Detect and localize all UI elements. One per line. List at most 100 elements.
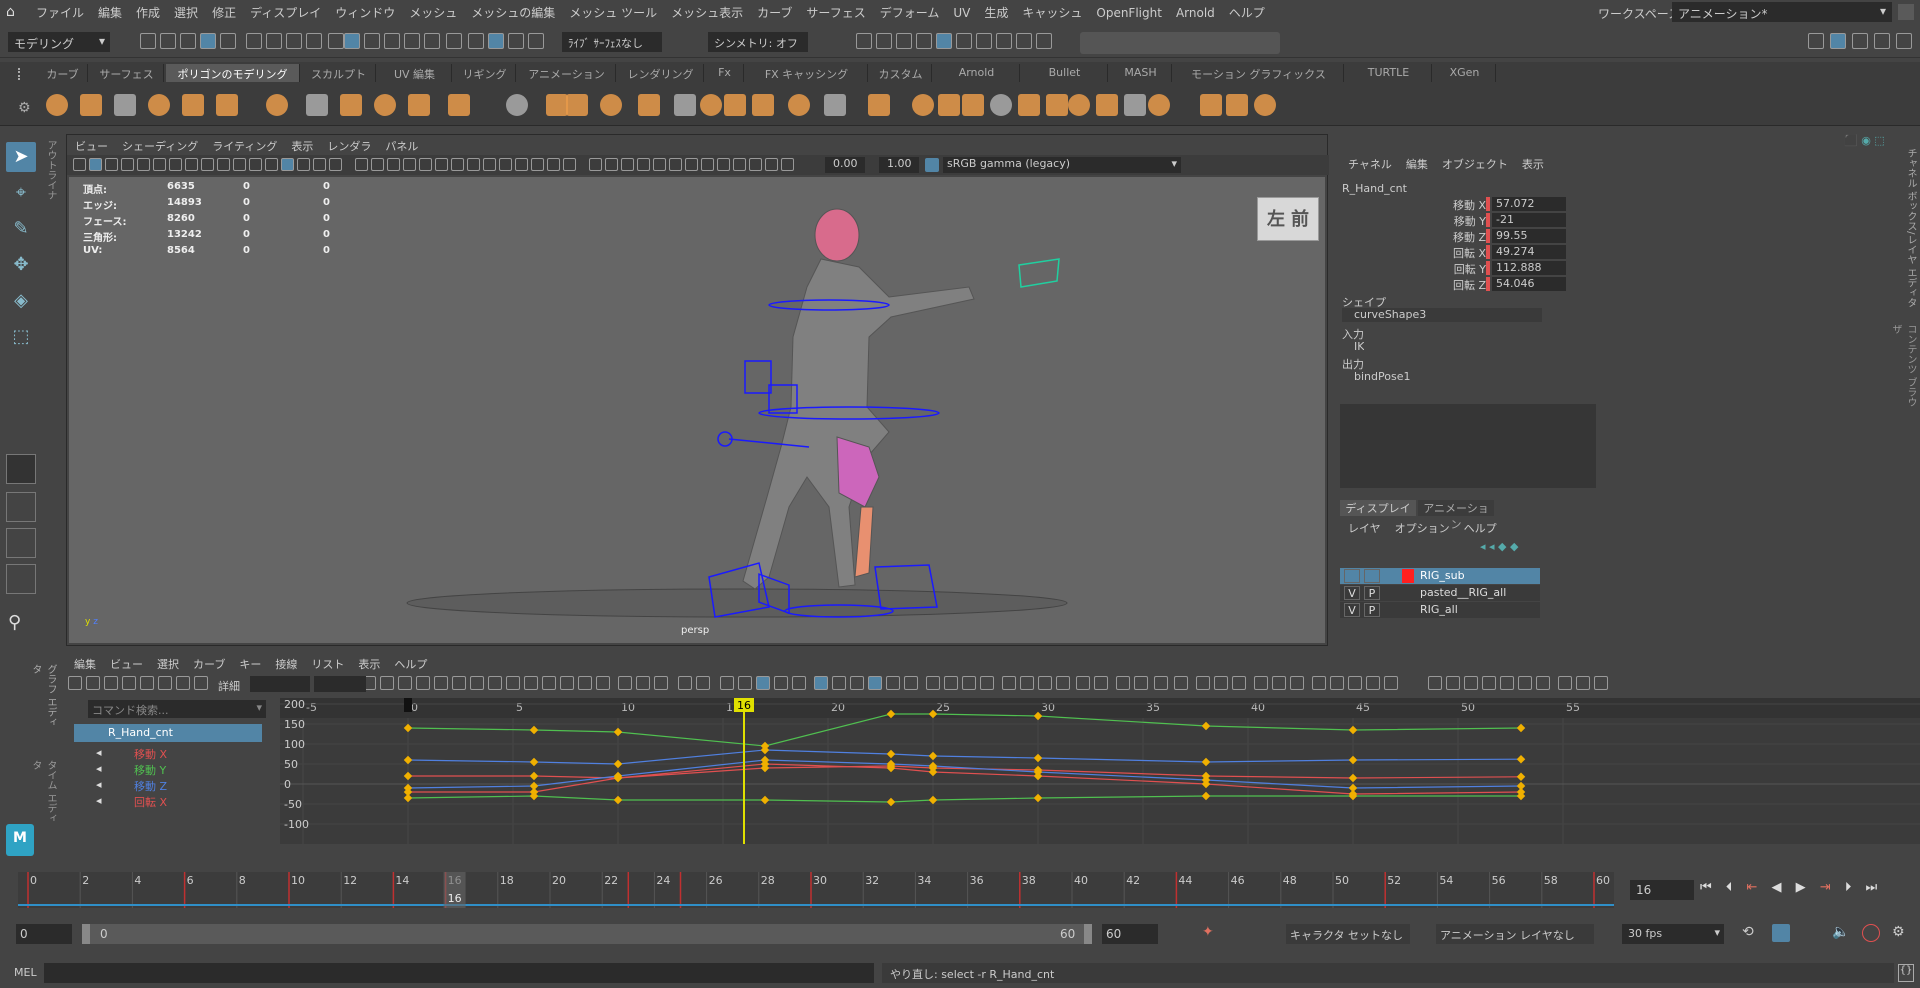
rotate-tool-icon[interactable]: ◈ (6, 286, 36, 316)
status-tool-icon[interactable] (876, 33, 892, 49)
status-tool-icon[interactable] (180, 33, 196, 49)
viewport-tool-icon[interactable] (387, 158, 400, 171)
layer-menu-item-0[interactable]: レイヤ (1348, 522, 1381, 535)
shelf-tool-icon[interactable] (546, 94, 568, 116)
graph-menu-item-1[interactable]: ビュー (110, 658, 143, 671)
play-back-icon[interactable]: ◀ (1772, 880, 1782, 895)
curve-row[interactable]: ◂ 移動 Z (96, 778, 256, 794)
status-tool-icon[interactable] (996, 33, 1012, 49)
graph-tool-icon[interactable] (1214, 676, 1228, 690)
graph-tool-icon[interactable] (696, 676, 710, 690)
viewport-menu-item-0[interactable]: ビュー (75, 140, 108, 153)
status-tool-icon[interactable] (246, 33, 262, 49)
shelf-tool-icon[interactable] (1096, 94, 1118, 116)
viewport-tool-icon[interactable] (281, 158, 294, 171)
graph-tool-icon[interactable] (1576, 676, 1590, 690)
colorspace-icon[interactable] (925, 158, 939, 172)
status-tool-icon[interactable] (1830, 33, 1846, 49)
outliner-layout-icon[interactable] (6, 564, 36, 594)
shelf-tab-8[interactable]: Fx (706, 64, 744, 82)
viewport-tool-icon[interactable] (435, 158, 448, 171)
mode-select[interactable]: モデリング ▾ (8, 32, 110, 52)
menu-item-3[interactable]: 選択 (174, 6, 198, 20)
layout-two-icon[interactable] (6, 528, 36, 558)
gamma-field[interactable]: 1.00 (879, 157, 919, 173)
graph-tool-icon[interactable] (596, 676, 610, 690)
graph-side-tab[interactable]: グラフ エディタ (30, 664, 58, 734)
graph-menu-item-0[interactable]: 編集 (74, 658, 96, 671)
status-tool-icon[interactable] (508, 33, 524, 49)
channel-row[interactable]: 回転 Y 112.888 (1334, 260, 1604, 276)
status-tool-icon[interactable] (446, 33, 462, 49)
shelf-tab-12[interactable]: Bullet (1022, 64, 1108, 82)
status-tool-icon[interactable] (404, 33, 420, 49)
graph-tool-icon[interactable] (1134, 676, 1148, 690)
layer-menu-item-1[interactable]: オプション (1395, 522, 1450, 535)
anim-layer-select[interactable]: アニメーション レイヤなし (1436, 924, 1594, 944)
graph-tool-icon[interactable] (756, 676, 770, 690)
status-tool-icon[interactable] (468, 33, 484, 49)
layer-playback-toggle[interactable] (1364, 569, 1380, 583)
layer-visible-toggle[interactable] (1344, 569, 1360, 583)
channel-row[interactable]: 回転 Z 54.046 (1334, 276, 1604, 292)
channelbox-menu-item-2[interactable]: オブジェクト (1442, 158, 1508, 171)
shelf-tool-icon[interactable] (1254, 94, 1276, 116)
next-key-icon[interactable]: ⇥ (1820, 880, 1831, 895)
input-name[interactable]: IK (1354, 340, 1364, 353)
viewport-tool-icon[interactable] (105, 158, 118, 171)
layer-action-icons[interactable]: ◂ ◂ ◆ ◆ (1480, 540, 1518, 553)
graph-menu-item-5[interactable]: 接線 (275, 658, 297, 671)
graph-tool-icon[interactable] (1594, 676, 1608, 690)
menu-item-1[interactable]: 編集 (98, 6, 122, 20)
menu-item-0[interactable]: ファイル (36, 6, 84, 20)
shelf-tool-icon[interactable] (266, 94, 288, 116)
shelf-tool-icon[interactable] (182, 94, 204, 116)
detail-field-1[interactable] (250, 676, 310, 692)
graph-tool-icon[interactable] (542, 676, 556, 690)
status-tool-icon[interactable] (266, 33, 282, 49)
shelf-tab-10[interactable]: カスタム (870, 64, 932, 82)
shelf-tool-icon[interactable] (1148, 94, 1170, 116)
graph-tool-icon[interactable] (1500, 676, 1514, 690)
shelf-tool-icon[interactable] (216, 94, 238, 116)
shelf-tab-7[interactable]: レンダリング (618, 64, 704, 82)
channel-value[interactable]: 112.888 (1492, 261, 1566, 275)
prev-key-icon[interactable]: ⇤ (1746, 880, 1757, 895)
shelf-tool-icon[interactable] (1124, 94, 1146, 116)
graph-tool-icon[interactable] (636, 676, 650, 690)
viewport-tool-icon[interactable] (185, 158, 198, 171)
mel-input[interactable] (44, 963, 874, 983)
status-tool-icon[interactable] (160, 33, 176, 49)
detail-field-2[interactable] (314, 676, 366, 692)
go-to-end-icon[interactable]: ⏭ (1866, 880, 1878, 895)
curve-row[interactable]: ◂ 移動 X (96, 746, 256, 762)
shelf-tool-icon[interactable] (724, 94, 746, 116)
range-slider[interactable]: 0 60 (82, 924, 1092, 944)
shelf-tool-icon[interactable] (148, 94, 170, 116)
graph-tool-icon[interactable] (122, 676, 136, 690)
shelf-tool-icon[interactable] (448, 94, 470, 116)
shelf-tool-icon[interactable] (962, 94, 984, 116)
shelf-tool-icon[interactable] (340, 94, 362, 116)
end-frame-field[interactable]: 60 (1102, 924, 1158, 944)
status-tool-icon[interactable] (328, 33, 344, 49)
menu-item-18[interactable]: Arnold (1176, 6, 1215, 20)
menu-item-10[interactable]: メッシュ表示 (671, 6, 743, 20)
menu-item-17[interactable]: OpenFlight (1096, 6, 1162, 20)
viewport-tool-icon[interactable] (717, 158, 730, 171)
viewport-tool-icon[interactable] (685, 158, 698, 171)
viewport-tool-icon[interactable] (355, 158, 368, 171)
viewport-tool-icon[interactable] (733, 158, 746, 171)
shelf-tool-icon[interactable] (824, 94, 846, 116)
graph-tool-icon[interactable] (1094, 676, 1108, 690)
channelbox-menu-item-1[interactable]: 編集 (1406, 158, 1428, 171)
graph-menu-item-2[interactable]: 選択 (157, 658, 179, 671)
range-handle-right[interactable] (1084, 924, 1092, 944)
status-tool-icon[interactable] (286, 33, 302, 49)
viewport-canvas[interactable]: 頂点: 6635 0 0 エッジ: 14893 0 0 フェース: 8260 0 0 三角形: 13242… (69, 177, 1325, 643)
menu-item-12[interactable]: サーフェス (806, 6, 865, 20)
command-search-input[interactable]: コマンド検索... ▾ (88, 700, 266, 718)
status-tool-icon[interactable] (1016, 33, 1032, 49)
select-tool-icon[interactable]: ➤ (6, 142, 36, 172)
shelf-tab-6[interactable]: アニメーション (518, 64, 616, 82)
